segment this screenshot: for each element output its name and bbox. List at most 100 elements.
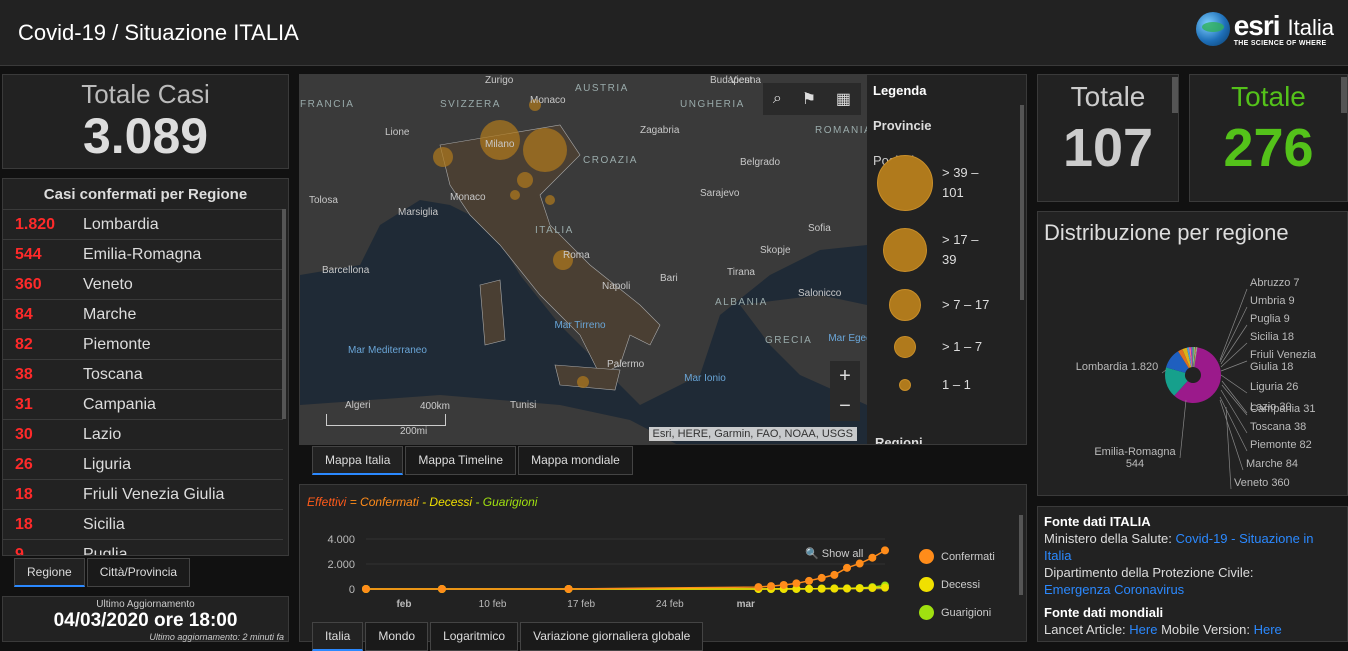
region-row[interactable]: 9 Puglia — [3, 539, 283, 556]
brand-country: Italia — [1287, 15, 1334, 40]
tab-variazione-giornaliera[interactable]: Variazione giornaliera globale — [520, 622, 704, 651]
region-count: 84 — [15, 305, 33, 323]
search-icon[interactable]: ⌕ — [773, 90, 782, 108]
tab-logaritmico[interactable]: Logaritmico — [430, 622, 519, 651]
total-cases-label: Totale Casi — [81, 79, 210, 109]
region-row[interactable]: 82 Piemonte — [3, 329, 283, 359]
legend-class-label-line2: 101 — [942, 185, 964, 200]
region-row[interactable]: 18 Friuli Venezia Giulia — [3, 479, 283, 509]
region-row[interactable]: 31 Campania — [3, 389, 283, 419]
link-emergenza-coronavirus[interactable]: Emergenza Coronavirus — [1044, 582, 1184, 597]
chart-legend-item[interactable]: Guarigioni — [919, 605, 991, 620]
last-update-panel: Ultimo Aggiornamento 04/03/2020 ore 18:0… — [2, 596, 289, 642]
region-row[interactable]: 38 Toscana — [3, 359, 283, 389]
donut-label: Sicilia 18 — [1250, 331, 1295, 343]
legend-next-layer: Regioni — [875, 435, 923, 445]
bubble-torino[interactable] — [433, 147, 453, 167]
donut-label: Toscana 38 — [1250, 421, 1307, 433]
region-name: Lombardia — [83, 215, 159, 233]
chart-x-tick: 24 feb — [656, 599, 684, 610]
tab-italia[interactable]: Italia — [312, 622, 364, 651]
map-tabs: Mappa Italia Mappa Timeline Mappa mondia… — [312, 446, 635, 475]
legend-dot-icon — [919, 605, 934, 620]
bubble-venezia[interactable] — [523, 128, 567, 172]
region-row[interactable]: 544 Emilia-Romagna — [3, 239, 283, 269]
region-row[interactable]: 84 Marche — [3, 299, 283, 329]
map-city-label: Zurigo — [485, 75, 514, 86]
qr-icon[interactable]: ▦ — [836, 89, 851, 109]
chart-legend-item[interactable]: Decessi — [919, 577, 980, 592]
recovered-panel: Totale 276 — [1189, 74, 1348, 202]
donut-leader-line — [1220, 374, 1248, 394]
map-view[interactable]: FRANCIA SVIZZERA AUSTRIA UNGHERIA ROMANIA CRO… — [300, 75, 867, 444]
donut-leader-line — [1221, 384, 1248, 416]
chart-point — [843, 584, 852, 593]
chart-x-tick: 10 feb — [479, 599, 507, 610]
map-attribution[interactable]: Esri, HERE, Garmin, FAO, NOAA, USGS — [648, 427, 857, 441]
recovered-scrollbar[interactable] — [1341, 77, 1347, 113]
legend-class-label-line1: 1 – 1 — [942, 377, 971, 392]
show-all-button[interactable]: 🔍 Show all — [805, 547, 863, 560]
link-lancet-article[interactable]: Here — [1129, 622, 1157, 637]
link-mobile-version[interactable]: Here — [1254, 622, 1282, 637]
region-count: 38 — [15, 365, 33, 383]
tab-mondo[interactable]: Mondo — [365, 622, 429, 651]
map-city-label: Tolosa — [309, 195, 338, 206]
chart-point — [830, 584, 839, 593]
region-row[interactable]: 26 Liguria — [3, 449, 283, 479]
total-cases-value: 3.089 — [82, 108, 209, 164]
chart-y-tick: 0 — [349, 584, 355, 596]
donut-label: Umbria 9 — [1250, 295, 1295, 307]
region-count: 26 — [15, 455, 33, 473]
map-city-label: Palermo — [607, 359, 645, 370]
brand-tagline: THE SCIENCE OF WHERE — [1233, 40, 1327, 47]
chart-x-tick: 17 feb — [567, 599, 595, 610]
deaths-scrollbar[interactable] — [1172, 77, 1178, 113]
map-sea-label: Mar Egeo — [828, 333, 867, 344]
tab-mappa-italia[interactable]: Mappa Italia — [312, 446, 404, 475]
map-city-label: Tirana — [727, 267, 755, 278]
tab-regione[interactable]: Regione — [14, 558, 85, 587]
legend-circle-icon — [894, 336, 916, 358]
region-name: Piemonte — [83, 335, 151, 353]
region-name: Puglia — [83, 545, 128, 556]
chart-point — [855, 584, 864, 593]
deaths-value: 107 — [1062, 118, 1154, 178]
map-sea-label: Mar Tirreno — [554, 320, 606, 331]
tab-mappa-timeline[interactable]: Mappa Timeline — [405, 446, 517, 475]
region-count: 360 — [15, 275, 42, 293]
chart-point — [817, 573, 826, 582]
bubble-bologna[interactable] — [517, 172, 533, 188]
chart-legend-scrollbar[interactable] — [1019, 515, 1023, 595]
map-city-label: Monaco — [530, 95, 566, 106]
zoom-out-button[interactable]: − — [830, 391, 860, 421]
tab-mappa-mondiale[interactable]: Mappa mondiale — [518, 446, 633, 475]
bubble-firenze[interactable] — [510, 190, 520, 200]
legend-class: > 7 – 17 — [889, 289, 1026, 321]
chart-point — [767, 582, 776, 591]
region-row[interactable]: 30 Lazio — [3, 419, 283, 449]
region-row[interactable]: 1.820 Lombardia — [3, 209, 283, 239]
bookmark-icon[interactable]: ⚑ — [802, 89, 816, 109]
region-count: 31 — [15, 395, 33, 413]
chart-legend-item[interactable]: Confermati — [919, 549, 995, 564]
region-name: Liguria — [83, 455, 132, 473]
bubble-ancona[interactable] — [545, 195, 555, 205]
region-row[interactable]: 18 Sicilia — [3, 509, 283, 539]
bubble-palermo[interactable] — [577, 376, 589, 388]
last-update-note: Ultimo aggiornamento: 2 minuti fa — [149, 632, 284, 642]
chart-point — [805, 576, 814, 585]
region-list-scrollbar[interactable] — [282, 209, 286, 419]
legend-scrollbar[interactable] — [1020, 105, 1024, 300]
zoom-in-button[interactable]: + — [830, 361, 860, 391]
chart-legend-label: Decessi — [941, 578, 981, 591]
scale-km: 400km — [420, 401, 451, 412]
donut-leader-line — [1219, 288, 1248, 361]
map-city-label: Tunisi — [510, 400, 537, 411]
legend-title: Legenda — [873, 83, 927, 98]
tab-citta-provincia[interactable]: Città/Provincia — [86, 558, 191, 587]
region-name: Marche — [83, 305, 137, 323]
region-row[interactable]: 360 Veneto — [3, 269, 283, 299]
legend-class-label: > 1 – 7 — [942, 337, 982, 357]
region-count: 82 — [15, 335, 33, 353]
